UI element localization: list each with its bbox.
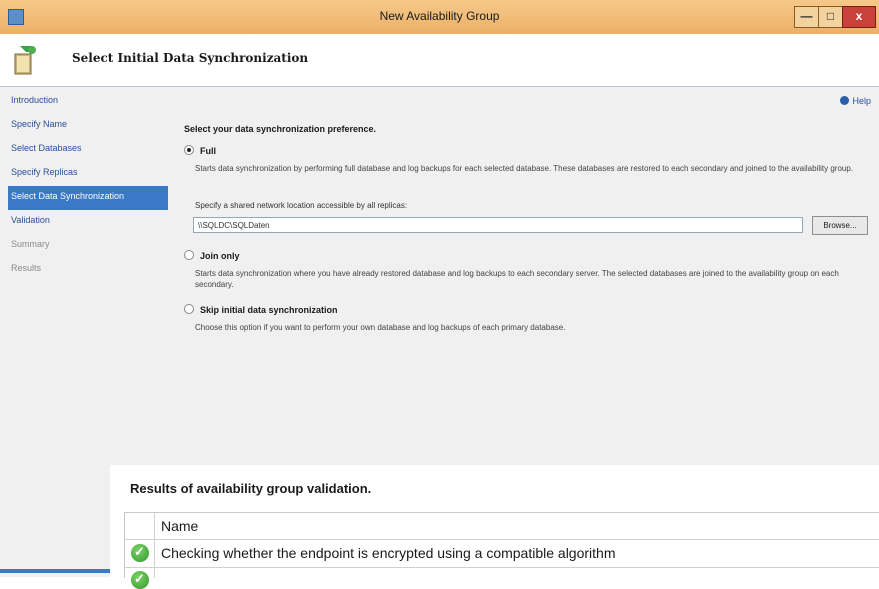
column-header-name[interactable]: Name (161, 518, 198, 534)
wizard-page-icon (14, 46, 36, 75)
option-full-description: Starts data synchronization by performin… (195, 164, 854, 173)
share-location-input[interactable]: \\SQLDC\SQLDaten (193, 217, 803, 233)
success-icon (131, 544, 149, 562)
nav-item-validation[interactable]: Validation (8, 210, 168, 234)
help-label: Help (852, 96, 871, 106)
option-full-label: Full (200, 146, 216, 156)
wizard-window: New Availability Group — □ x Select Init… (0, 0, 879, 465)
option-skip-label: Skip initial data synchronization (200, 305, 338, 315)
page-header: Select Initial Data Synchronization (0, 34, 879, 87)
nav-item-select-data-synchronization[interactable]: Select Data Synchronization (8, 186, 168, 210)
maximize-button[interactable]: □ (818, 6, 843, 28)
wizard-nav: Introduction Specify Name Select Databases… (8, 90, 168, 465)
share-location-label: Specify a shared network location access… (195, 201, 408, 210)
results-table[interactable]: Name Checking whether the endpoint is en… (124, 512, 879, 589)
nav-item-select-databases[interactable]: Select Databases (8, 138, 168, 162)
content-pane: Help Select your data synchronization pr… (170, 88, 879, 465)
option-full[interactable]: Full (184, 145, 216, 156)
nav-item-summary: Summary (11, 239, 50, 249)
option-join-only[interactable]: Join only (184, 250, 240, 261)
minimize-button[interactable]: — (794, 6, 819, 28)
results-title: Results of availability group validation… (130, 481, 372, 496)
window-edge-accent (0, 569, 110, 573)
window-title: New Availability Group (379, 9, 500, 23)
help-icon (840, 96, 850, 105)
radio-skip[interactable] (184, 304, 194, 314)
table-row[interactable]: Checking whether the endpoint is encrypt… (161, 545, 616, 561)
row-divider (125, 567, 879, 568)
radio-join-only[interactable] (184, 250, 194, 260)
page-title: Select Initial Data Synchronization (72, 51, 309, 65)
option-join-only-label: Join only (200, 251, 240, 261)
row-divider (125, 539, 879, 540)
radio-full[interactable] (184, 145, 194, 155)
option-skip[interactable]: Skip initial data synchronization (184, 304, 338, 315)
nav-item-specify-replicas[interactable]: Specify Replicas (8, 162, 168, 186)
option-join-only-description: Starts data synchronization where you ha… (195, 269, 839, 289)
nav-item-specify-name[interactable]: Specify Name (8, 114, 168, 138)
nav-item-results: Results (11, 263, 42, 273)
browse-button[interactable]: Browse... (812, 216, 868, 235)
column-divider (154, 513, 155, 578)
title-bar[interactable]: New Availability Group — □ x (0, 0, 879, 34)
close-button[interactable]: x (842, 6, 876, 28)
nav-item-introduction[interactable]: Introduction (8, 90, 168, 114)
help-link[interactable]: Help (840, 96, 871, 106)
preference-label: Select your data synchronization prefere… (184, 124, 377, 134)
option-skip-description: Choose this option if you want to perfor… (195, 323, 566, 332)
wizard-window-edge (0, 465, 110, 577)
success-icon (131, 571, 149, 589)
